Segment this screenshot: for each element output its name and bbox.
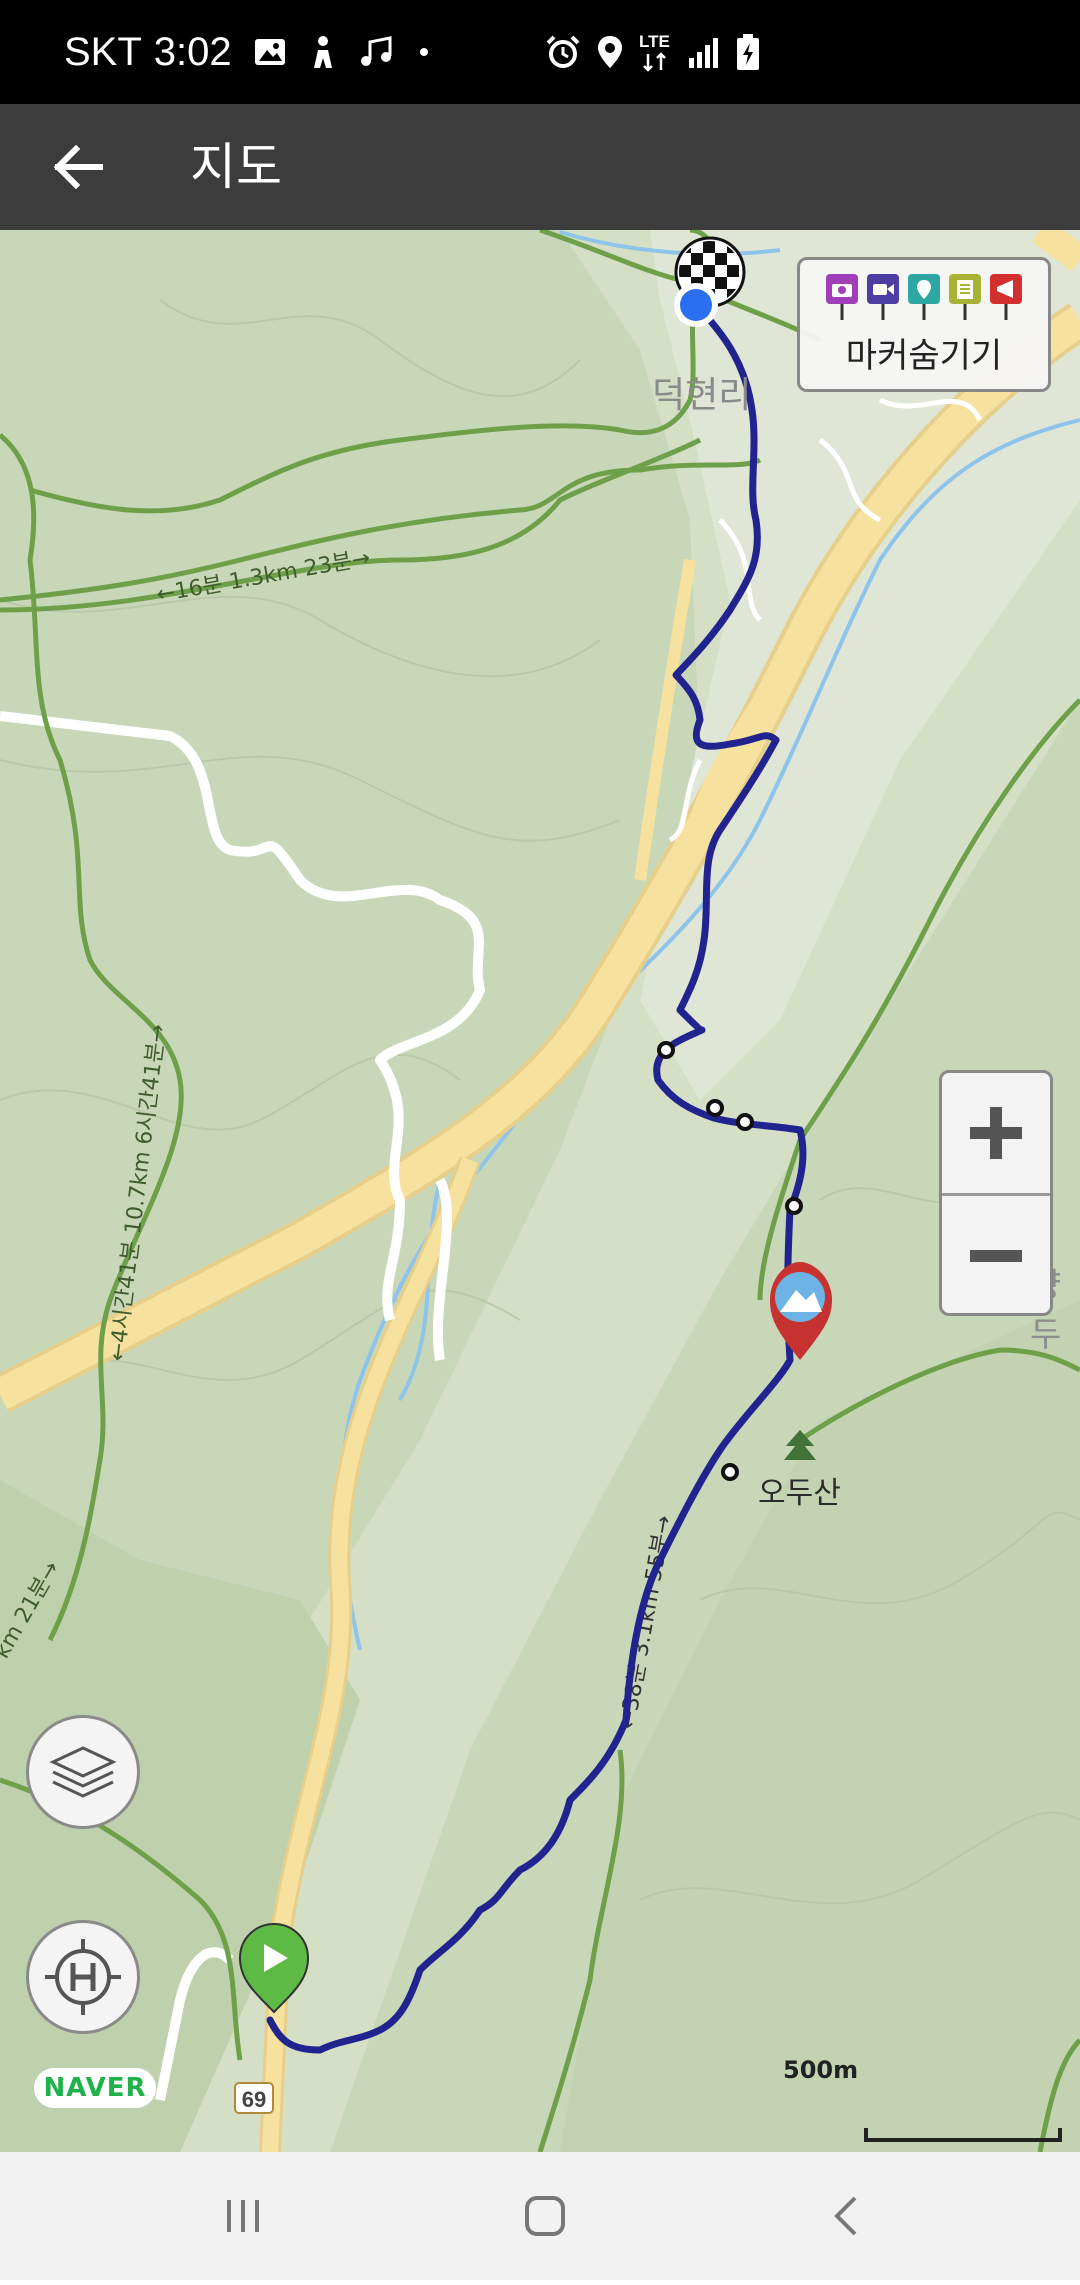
app-bar: 지도 [0,104,1080,230]
megaphone-icon [990,274,1022,320]
minus-icon [970,1250,1022,1262]
status-left: SKT 3:02 [64,0,434,104]
page-title: 지도 [190,138,282,196]
figure-icon [313,36,332,68]
status-bar: SKT 3:02 LTE [0,0,1080,104]
zoom-controls [939,1070,1053,1316]
system-back-button[interactable] [787,2152,907,2280]
video-icon [867,274,899,320]
location-icon [598,36,622,68]
marker-icon-row [826,274,1022,322]
hide-markers-button[interactable]: 마커숨기기 [797,257,1051,392]
back-chevron-icon [834,2196,857,2236]
map-view[interactable]: ←16분 1.3km 23분→ ←4시간41분 10.7km 6시간41분→ k… [0,230,1080,2152]
music-icon [360,36,392,66]
zoom-in-button[interactable] [942,1073,1050,1196]
recent-apps-button[interactable] [183,2152,303,2280]
lte-icon: LTE [639,32,673,72]
camera-icon [826,274,858,320]
zoom-out-button[interactable] [942,1196,1050,1316]
dot-icon [419,48,428,56]
map-canvas[interactable]: ←16분 1.3km 23분→ ←4시간41분 10.7km 6시간41분→ k… [0,230,1080,2152]
current-location-marker [674,283,718,327]
layers-button[interactable] [26,1715,140,1829]
battery-charging-icon [737,34,759,70]
locate-button[interactable] [26,1920,140,2034]
naver-logo: NAVER [34,2068,156,2108]
status-right: LTE [545,0,761,104]
place-label-odusan: 오두산 [758,1476,841,1511]
arrow-left-icon [53,144,103,190]
carrier-label: SKT [64,29,142,74]
image-icon [254,39,285,65]
plus-icon [970,1107,1022,1159]
recent-apps-icon [227,2200,259,2232]
hide-markers-label: 마커숨기기 [845,336,1003,376]
system-nav-bar [0,2152,1080,2280]
road-number-shield: 69 [234,2082,274,2114]
scale-label: 500m [783,2056,859,2084]
alarm-icon [546,35,580,68]
layers-icon [49,1746,117,1798]
pin-icon [908,274,940,320]
home-icon [525,2196,565,2236]
helipad-target-icon [45,1939,121,2015]
home-button[interactable] [485,2152,605,2280]
place-label-deokhyeon: 덕현리 [652,375,752,416]
time-label: 3:02 [153,29,232,74]
signal-icon [689,38,718,68]
back-button[interactable] [40,127,120,207]
note-icon [949,274,981,320]
